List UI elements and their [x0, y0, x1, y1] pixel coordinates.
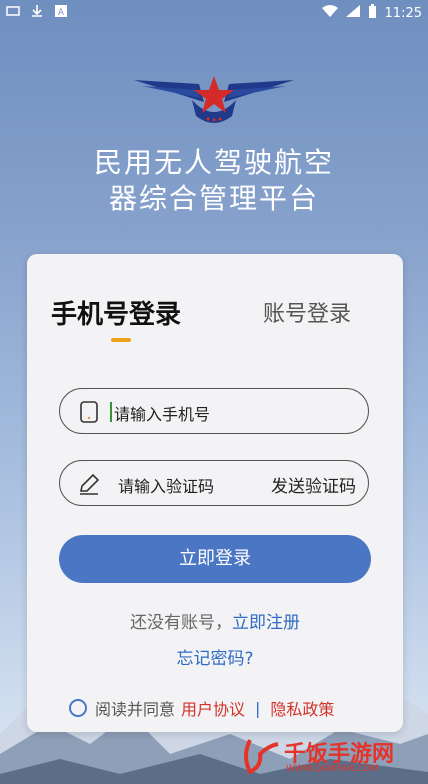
user-terms-link[interactable]: 用户协议 [181, 696, 245, 720]
site-watermark: 千饭手游网 WWW.QIANFAN.COM [240, 736, 420, 776]
app-title-line1: 民用无人驾驶航空 [93, 146, 334, 179]
login-button[interactable]: 立即登录 [59, 535, 371, 583]
download-icon [30, 5, 44, 17]
screen-icon [6, 5, 20, 17]
radio-icon[interactable] [69, 699, 87, 717]
register-row: 还没有账号，立即注册 [27, 608, 403, 633]
signal-icon [345, 5, 360, 21]
tab-account-login[interactable]: 账号登录 [263, 296, 351, 328]
active-tab-indicator [111, 338, 131, 342]
status-time: 11:25 [384, 5, 422, 21]
watermark-subtext: WWW.QIANFAN.COM [286, 764, 379, 774]
forgot-password-link[interactable]: 忘记密码? [27, 644, 403, 669]
app-title-line2: 器综合管理平台 [108, 182, 319, 215]
agreement-row: 阅读并同意 用户协议 | 隐私政策 [69, 696, 334, 720]
a-icon: A [54, 5, 68, 18]
wifi-icon [321, 5, 338, 21]
code-placeholder: 请输入验证码 [118, 477, 215, 496]
phone-icon [78, 401, 100, 423]
register-link[interactable]: 立即注册 [232, 613, 300, 633]
text-cursor [110, 402, 112, 422]
svg-text:A: A [58, 8, 65, 17]
agreement-separator: | [255, 698, 261, 718]
watermark-logo-icon [244, 739, 279, 775]
register-prompt: 还没有账号， [130, 613, 232, 633]
phone-input[interactable]: 请输入手机号 [59, 388, 369, 434]
phone-placeholder: 请输入手机号 [114, 405, 211, 424]
tab-phone-login[interactable]: 手机号登录 [51, 294, 181, 331]
verification-code-input[interactable]: 请输入验证码 发送验证码 [59, 460, 369, 506]
battery-icon [368, 4, 377, 22]
status-bar: A 11:25 [0, 0, 428, 26]
pencil-icon [78, 473, 100, 495]
caac-logo [134, 72, 294, 130]
send-code-button[interactable]: 发送验证码 [271, 472, 356, 497]
login-card: 手机号登录 账号登录 请输入手机号 请输入验证码 发送验证码 立即登录 还没有账… [27, 254, 403, 732]
app-title: 民用无人驾驶航空 器综合管理平台 [0, 145, 428, 217]
privacy-policy-link[interactable]: 隐私政策 [270, 696, 334, 720]
agreement-prefix: 阅读并同意 [95, 700, 176, 719]
